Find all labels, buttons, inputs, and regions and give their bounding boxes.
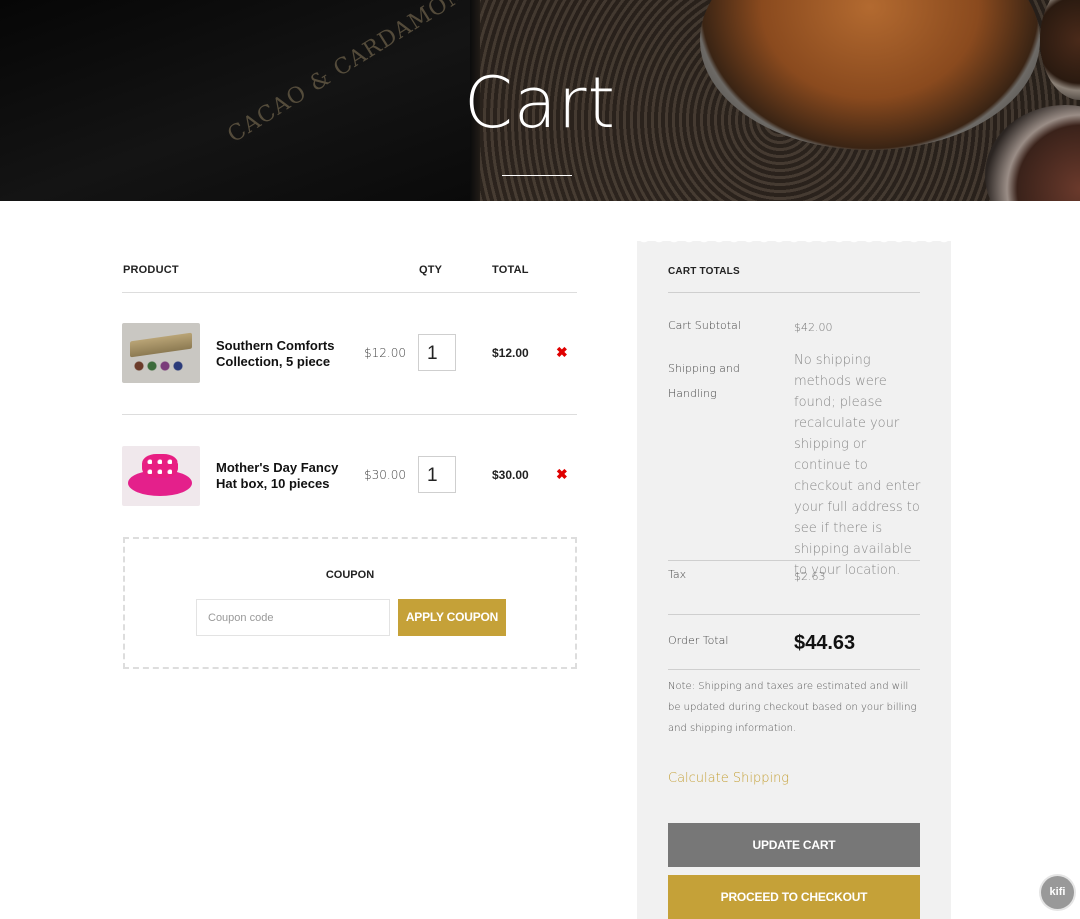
remove-item-icon[interactable]: ✖ (556, 344, 568, 361)
line-total: $12.00 (492, 346, 529, 360)
coupon-box: COUPON APPLY COUPON (123, 537, 577, 669)
quantity-input[interactable]: 1 (418, 456, 456, 493)
coupon-code-input[interactable] (196, 599, 390, 636)
shipping-label: Shipping and Handling (668, 362, 740, 400)
line-total: $30.00 (492, 468, 529, 482)
product-name-link[interactable]: Southern Comforts Collection, 5 piece (216, 338, 346, 370)
tax-label: Tax (668, 568, 687, 581)
subtotal-label: Cart Subtotal (668, 319, 741, 332)
shipping-note: Note: Shipping and taxes are estimated a… (668, 681, 917, 734)
product-price: $12.00 (364, 346, 406, 360)
column-header-total: TOTAL (492, 264, 529, 276)
divider (668, 614, 920, 615)
column-header-qty: QTY (419, 264, 443, 276)
remove-item-icon[interactable]: ✖ (556, 466, 568, 483)
apply-coupon-button[interactable]: APPLY COUPON (398, 599, 506, 636)
divider (668, 669, 920, 670)
hero-banner: CACAO & CARDAMOM Cart (0, 0, 1080, 201)
divider (122, 414, 577, 415)
product-thumbnail[interactable] (122, 446, 200, 506)
coupon-label: COUPON (325, 569, 375, 581)
quantity-input[interactable]: 1 (418, 334, 456, 371)
tax-value: $2.63 (794, 570, 826, 583)
product-thumbnail[interactable] (122, 323, 200, 383)
shipping-message: No shipping methods were found; please r… (794, 353, 921, 578)
column-header-product: PRODUCT (123, 264, 179, 276)
page-title: Cart (464, 62, 616, 144)
subtotal-value: $42.00 (794, 321, 833, 334)
cart-totals-title: CART TOTALS (668, 266, 740, 277)
proceed-to-checkout-button[interactable]: PROCEED TO CHECKOUT (668, 875, 920, 919)
update-cart-button[interactable]: UPDATE CART (668, 823, 920, 867)
calculate-shipping-link[interactable]: Calculate Shipping (668, 771, 789, 786)
kifi-widget-button[interactable]: kifi (1041, 876, 1074, 909)
divider (122, 292, 577, 293)
order-total-label: Order Total (668, 634, 729, 647)
order-total-value: $44.63 (794, 632, 856, 654)
product-price: $30.00 (364, 468, 406, 482)
title-underline (502, 175, 572, 176)
divider (668, 292, 920, 293)
product-name-link[interactable]: Mother's Day Fancy Hat box, 10 pieces (216, 460, 346, 492)
divider (668, 560, 920, 561)
scalloped-edge (637, 236, 951, 246)
